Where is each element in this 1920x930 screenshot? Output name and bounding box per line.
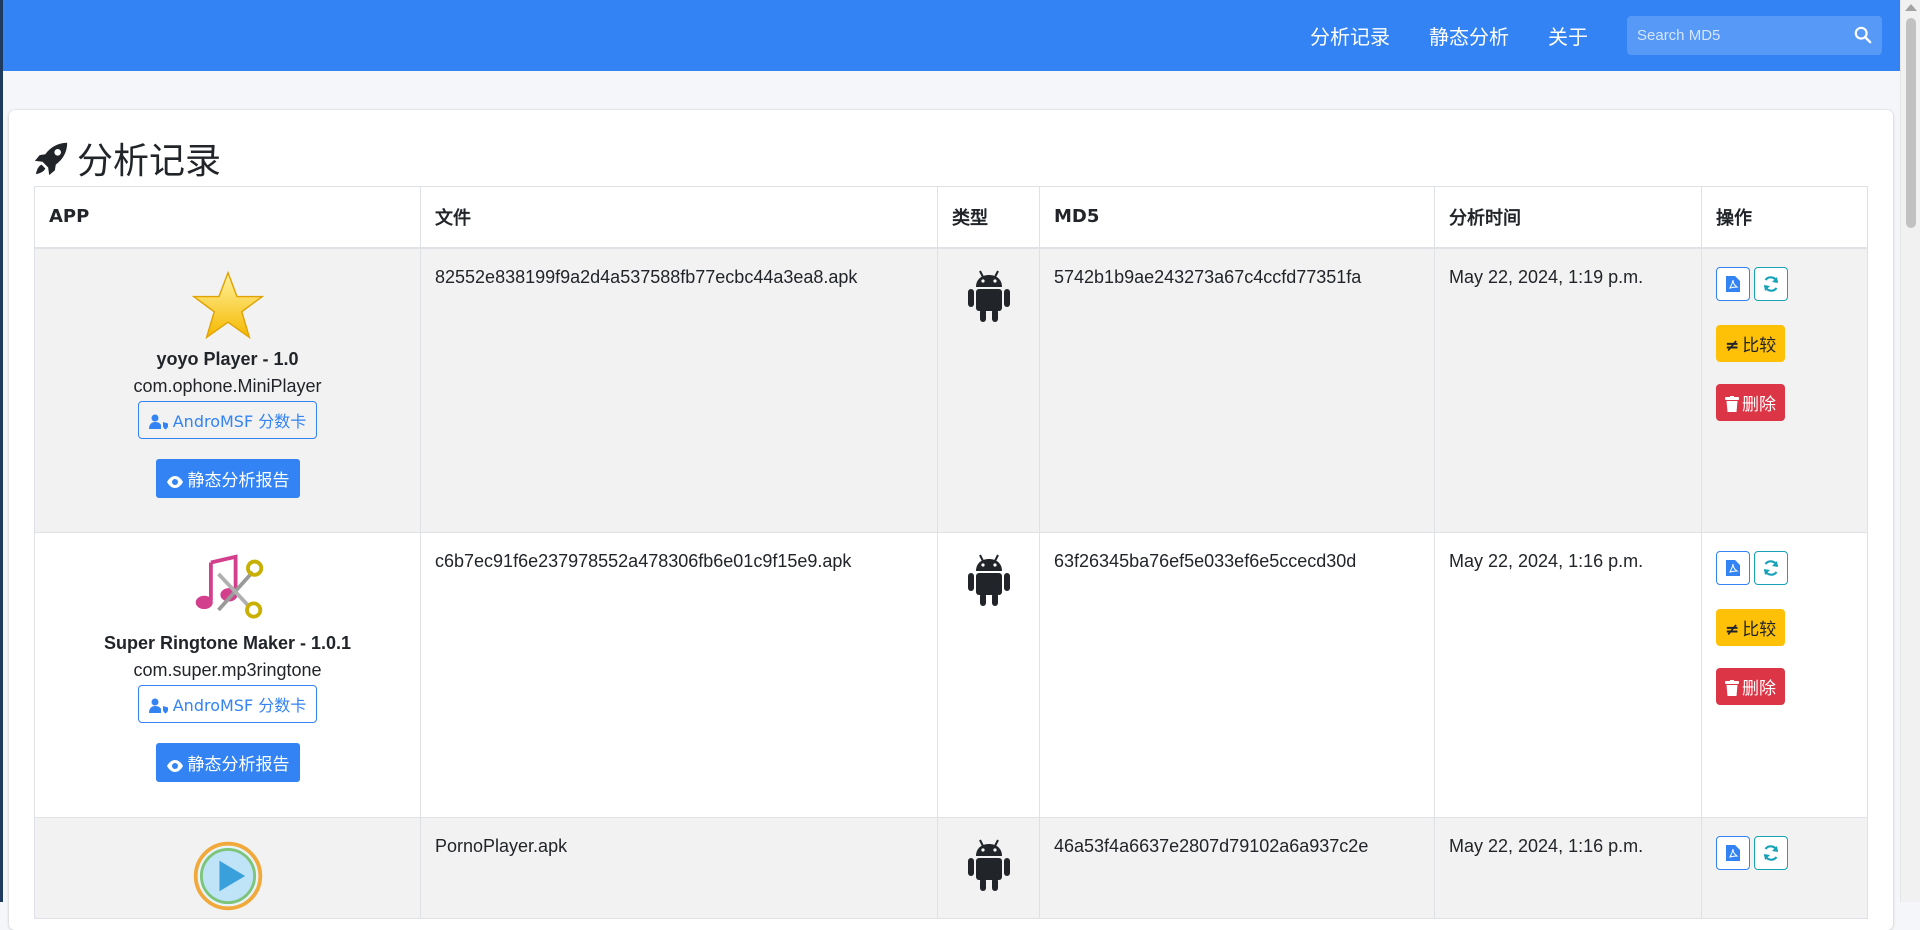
trash-icon (1725, 680, 1739, 696)
app-cell (34, 817, 421, 919)
app-package: com.ophone.MiniPlayer (133, 375, 322, 396)
refresh-button[interactable] (1754, 551, 1788, 585)
file-pdf-icon (1726, 845, 1740, 861)
scorecard-label: AndroMSF 分数卡 (172, 411, 307, 431)
compare-label: 比较 (1742, 620, 1777, 640)
compare-button[interactable]: ≠ 比较 (1716, 609, 1786, 646)
time-cell: May 22, 2024, 1:19 p.m. (1434, 247, 1702, 533)
refresh-icon (1763, 845, 1779, 861)
pdf-button[interactable] (1716, 836, 1750, 870)
header-file[interactable]: 文件 (420, 186, 938, 249)
scroll-up-arrow-icon[interactable] (1905, 4, 1917, 11)
android-icon (967, 554, 1010, 606)
file-cell: c6b7ec91f6e237978552a478306fb6e01c9f15e9… (420, 532, 938, 818)
delete-label: 删除 (1742, 394, 1776, 415)
static-report-button[interactable]: 静态分析报告 (155, 458, 300, 498)
nav-link-about[interactable]: 关于 (1548, 21, 1588, 50)
scrollbar-thumb[interactable] (1906, 18, 1916, 228)
refresh-icon (1763, 275, 1779, 292)
header-actions[interactable]: 操作 (1701, 186, 1868, 249)
static-report-label: 静态分析报告 (187, 470, 290, 491)
top-navbar: 分析记录 静态分析 关于 (3, 0, 1900, 71)
app-name: yoyo Player - 1.0 (156, 348, 299, 369)
android-icon (967, 839, 1010, 891)
static-report-button[interactable]: 静态分析报告 (155, 743, 300, 782)
delete-button[interactable]: 删除 (1716, 668, 1785, 705)
table-row: Super Ringtone Maker - 1.0.1 com.super.m… (34, 532, 1868, 818)
static-report-label: 静态分析报告 (187, 755, 290, 775)
user-shield-icon (148, 414, 168, 429)
pdf-button[interactable] (1716, 551, 1750, 585)
actions-cell (1701, 817, 1868, 919)
file-cell: 82552e838199f9a2d4a537588fb77ecbc44a3ea8… (420, 247, 938, 533)
actions-cell: ≠ 比较 删除 (1701, 532, 1868, 818)
records-table: APP 文件 类型 MD5 分析时间 操作 yoyo Player - 1.0 … (34, 186, 1868, 919)
header-md5[interactable]: MD5 (1039, 186, 1435, 249)
page-scrollbar[interactable] (1900, 0, 1920, 902)
app-cell: yoyo Player - 1.0 com.ophone.MiniPlayer … (34, 247, 421, 533)
trash-icon (1725, 395, 1739, 412)
eye-icon (166, 475, 183, 488)
window-edge (0, 0, 3, 902)
nav-link-static-analysis[interactable]: 静态分析 (1429, 21, 1509, 50)
compare-button[interactable]: ≠ 比较 (1716, 324, 1786, 362)
app-cell: Super Ringtone Maker - 1.0.1 com.super.m… (34, 532, 421, 818)
file-pdf-icon (1726, 560, 1740, 576)
search-icon[interactable] (1854, 26, 1872, 44)
app-package: com.super.mp3ringtone (133, 660, 322, 680)
actions-cell: ≠ 比较 删除 (1701, 247, 1868, 533)
type-cell (937, 532, 1040, 818)
type-cell (937, 247, 1040, 533)
refresh-icon (1763, 560, 1779, 576)
type-cell (937, 817, 1040, 919)
refresh-button[interactable] (1754, 836, 1788, 870)
pdf-button[interactable] (1716, 266, 1750, 301)
search-box (1627, 16, 1882, 55)
time-cell: May 22, 2024, 1:16 p.m. (1434, 817, 1702, 919)
header-app[interactable]: APP (34, 186, 421, 249)
app-name: Super Ringtone Maker - 1.0.1 (103, 633, 352, 653)
star-icon (191, 270, 264, 339)
table-row: PornoPlayer.apk 46a53f4a6637e2807d79102a… (34, 817, 1868, 919)
scorecard-button[interactable]: AndroMSF 分数卡 (137, 685, 318, 723)
page-title-text: 分析记录 (77, 141, 222, 182)
table-row: yoyo Player - 1.0 com.ophone.MiniPlayer … (34, 247, 1868, 533)
refresh-button[interactable] (1754, 266, 1788, 301)
header-analysis-time[interactable]: 分析时间 (1434, 186, 1702, 249)
md5-cell: 46a53f4a6637e2807d79102a6a937c2e (1039, 817, 1435, 919)
time-cell: May 22, 2024, 1:16 p.m. (1434, 532, 1702, 818)
android-icon (967, 270, 1010, 322)
compare-label: 比较 (1742, 335, 1777, 356)
user-shield-icon (148, 698, 168, 714)
music-scissors-icon (195, 554, 263, 619)
scorecard-label: AndroMSF 分数卡 (172, 696, 307, 715)
header-type[interactable]: 类型 (937, 186, 1040, 249)
not-equal-icon: ≠ (1725, 620, 1740, 640)
scorecard-button[interactable]: AndroMSF 分数卡 (137, 400, 318, 439)
not-equal-icon: ≠ (1725, 335, 1740, 356)
page-title: 分析记录 (33, 132, 221, 184)
md5-cell: 63f26345ba76ef5e033ef6e5ccecd30d (1039, 532, 1435, 818)
md5-cell: 5742b1b9ae243273a67c4ccfd77351fa (1039, 247, 1435, 533)
search-md5-input[interactable] (1627, 17, 1837, 54)
delete-button[interactable]: 删除 (1716, 383, 1785, 421)
nav-link-analysis-records[interactable]: 分析记录 (1310, 21, 1390, 50)
file-cell: PornoPlayer.apk (420, 817, 938, 919)
table-header-row: APP 文件 类型 MD5 分析时间 操作 (34, 186, 1868, 249)
play-icon (193, 841, 262, 911)
file-pdf-icon (1726, 275, 1740, 292)
records-card: 分析记录 APP 文件 类型 MD5 分析时间 操作 yoyo Player -… (9, 110, 1893, 930)
rocket-icon (34, 142, 68, 176)
eye-icon (166, 760, 183, 772)
delete-label: 删除 (1742, 679, 1776, 699)
